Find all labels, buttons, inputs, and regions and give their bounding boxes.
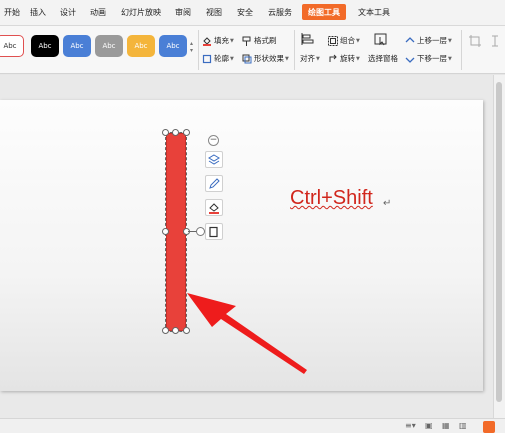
tab-security[interactable]: 安全 — [237, 7, 253, 18]
resize-handle-top-left[interactable] — [162, 129, 169, 136]
ribbon-divider — [198, 30, 199, 70]
shape-style-button[interactable] — [205, 223, 223, 240]
tab-design[interactable]: 设计 — [60, 7, 76, 18]
style-swatch-3[interactable]: Abc — [63, 35, 91, 57]
format-painter-button[interactable]: 格式刷 — [242, 35, 277, 46]
ribbon-toolbar: Abc Abc Abc Abc Abc Abc ▴ ▾ 填充 ▼ 轮廓 ▼ 格式刷 形… — [0, 26, 505, 74]
slide-text-content: Ctrl+Shift — [290, 187, 373, 209]
outline-button[interactable]: 轮廓 ▼ — [202, 53, 234, 64]
bring-forward-button[interactable]: 上移一层 ▼ — [405, 35, 452, 46]
outline-icon — [202, 54, 212, 63]
tab-insert[interactable]: 插入 — [30, 7, 46, 18]
fill-button[interactable]: 填充 ▼ — [202, 35, 234, 46]
tab-review[interactable]: 审阅 — [175, 7, 191, 18]
tab-slideshow[interactable]: 幻灯片放映 — [121, 7, 161, 18]
selection-pane-button[interactable]: 选择窗格 — [368, 53, 398, 64]
slide-sorter-icon[interactable]: ▦ — [442, 421, 450, 430]
resize-handle-top[interactable] — [172, 129, 179, 136]
more-button[interactable] — [490, 34, 502, 48]
slide-text-box[interactable]: Ctrl+Shift — [290, 187, 373, 210]
pen-icon — [209, 177, 220, 189]
crop-button[interactable] — [468, 34, 484, 48]
rotate-button[interactable]: 旋转 ▼ — [328, 53, 360, 64]
rotate-icon — [329, 54, 337, 62]
more-icon — [492, 35, 498, 47]
tab-text-tools[interactable]: 文本工具 — [358, 7, 390, 18]
resize-handle-bottom[interactable] — [172, 327, 179, 334]
selection-pane-icon — [374, 33, 387, 46]
group-button[interactable]: 组合 ▼ — [328, 35, 360, 46]
group-icon — [328, 35, 338, 46]
notes-icon[interactable]: ≡▾ — [405, 421, 416, 430]
resize-handle-left[interactable] — [162, 228, 169, 235]
style-swatch-6[interactable]: Abc — [159, 35, 187, 57]
collapse-float-toolbar-button[interactable]: − — [208, 135, 219, 146]
tab-animation[interactable]: 动画 — [90, 7, 106, 18]
align-button[interactable]: 对齐 ▼ — [300, 53, 320, 64]
layers-button[interactable] — [205, 151, 223, 168]
align-icon — [301, 33, 314, 45]
ribbon-tab-bar: 开始 插入 设计 动画 幻灯片放映 审阅 视图 安全 云服务 绘图工具 文本工具 — [0, 0, 505, 26]
ribbon-divider — [461, 30, 462, 70]
tab-start[interactable]: 开始 — [4, 7, 20, 18]
tab-cloud[interactable]: 云服务 — [268, 7, 292, 18]
resize-handle-bottom-right[interactable] — [183, 327, 190, 334]
style-swatch-4[interactable]: Abc — [95, 35, 123, 57]
normal-view-icon[interactable]: ▣ — [425, 421, 433, 430]
resize-handle-top-right[interactable] — [183, 129, 190, 136]
shape-effects-icon — [242, 54, 252, 63]
reading-view-icon[interactable]: ▥ — [459, 421, 467, 430]
slide-canvas[interactable] — [0, 100, 483, 391]
outline-pen-button[interactable] — [205, 175, 223, 192]
shape-effects-button[interactable]: 形状效果 ▼ — [242, 53, 289, 64]
fill-bucket-icon — [209, 202, 219, 214]
style-gallery-scroll[interactable]: ▴ ▾ — [190, 40, 193, 54]
selection-pane-icon-wrap — [374, 32, 390, 46]
fill-bucket-icon — [203, 36, 211, 46]
format-painter-icon — [242, 36, 251, 46]
align-icon-wrap — [300, 32, 316, 46]
style-swatch-5[interactable]: Abc — [127, 35, 155, 57]
crop-icon — [469, 35, 481, 47]
resize-handle-bottom-left[interactable] — [162, 327, 169, 334]
send-backward-icon — [405, 57, 415, 63]
ribbon-divider — [294, 30, 295, 70]
style-swatch-1[interactable]: Abc — [0, 35, 24, 57]
slideshow-play-icon[interactable] — [483, 421, 495, 433]
rotation-handle[interactable] — [196, 227, 205, 236]
layers-icon — [208, 153, 220, 165]
style-swatch-2[interactable]: Abc — [31, 35, 59, 57]
shape-outline-icon — [209, 226, 218, 237]
send-backward-button[interactable]: 下移一层 ▼ — [405, 53, 452, 64]
paragraph-mark: ↵ — [383, 198, 392, 209]
bring-forward-icon — [405, 36, 415, 42]
tab-drawing-tools[interactable]: 绘图工具 — [302, 4, 346, 20]
fill-color-button[interactable] — [205, 199, 223, 216]
tab-view[interactable]: 视图 — [206, 7, 222, 18]
scrollbar-thumb[interactable] — [496, 82, 502, 402]
